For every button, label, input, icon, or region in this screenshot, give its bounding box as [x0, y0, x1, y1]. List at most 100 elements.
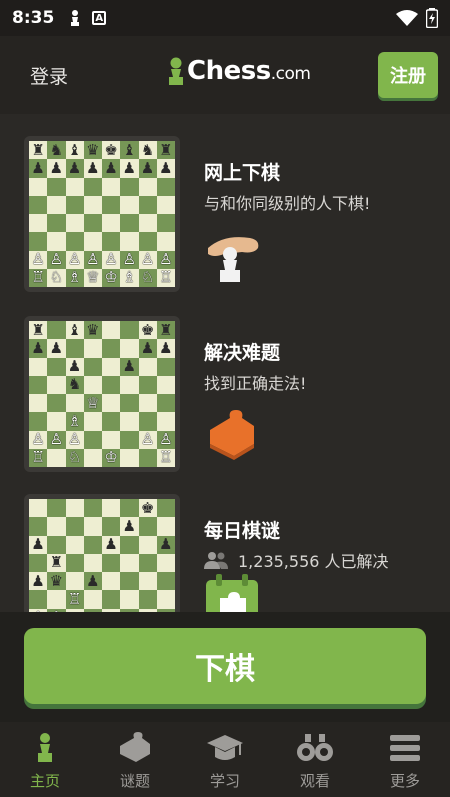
- register-button[interactable]: 注册: [378, 52, 438, 98]
- play-online-card[interactable]: ♜ ♞ ♝ ♛ ♚ ♝ ♞ ♜ ♟ ♟ ♟ ♟ ♟ ♟ ♟ ♟ ♙ ♙ ♙ ♙ ♙ ♙ ♙ ♙ ♖ ♘ ♗ ♕ ♔ ♗ ♘ ♖ 网上下棋 与和…: [24, 136, 434, 296]
- board-square: [138, 535, 157, 554]
- board-square: [120, 499, 139, 518]
- card-title: 解决难题: [204, 342, 281, 364]
- board-square: [120, 339, 139, 358]
- board-square: [120, 430, 139, 449]
- board-square: ♟: [138, 159, 157, 178]
- chess-piece: ♙: [140, 430, 155, 449]
- nav-item-watch[interactable]: 观看: [270, 722, 360, 797]
- board-square: ♘: [138, 268, 157, 287]
- board-square: ♞: [65, 375, 84, 394]
- play-button-area: 下棋: [0, 612, 450, 722]
- board-square: [138, 553, 157, 572]
- board-square: ♗: [120, 268, 139, 287]
- menu-icon: [390, 735, 420, 761]
- board-square: [83, 553, 102, 572]
- board-square: [156, 572, 175, 591]
- board-square: [156, 357, 175, 376]
- board-square: ♙: [156, 430, 175, 449]
- board-square: ♖: [65, 590, 84, 609]
- chess-piece: ♟: [49, 338, 64, 357]
- board-square: [120, 535, 139, 554]
- board-square: [29, 412, 48, 431]
- chess-piece: ♟: [31, 535, 45, 554]
- board-square: [83, 232, 102, 251]
- board-square: ♟: [47, 338, 66, 358]
- card-subtitle: 与和你同级别的人下棋!: [204, 194, 371, 213]
- chess-piece: ♞: [140, 140, 155, 159]
- chess-piece: ♙: [104, 250, 118, 269]
- chess-piece: ♙: [67, 430, 82, 449]
- board-square: [102, 572, 121, 591]
- board-square: [156, 553, 175, 572]
- board-square: [156, 375, 175, 394]
- board-square: [102, 232, 121, 251]
- daily-puzzle-card[interactable]: ♚♟♟♟♟♜♟♛♟♖♙♙ 每日棋谜 1,235,556 人已解决: [24, 494, 434, 612]
- board-square: [120, 177, 139, 196]
- board-square: [156, 412, 175, 431]
- nav-item-learn[interactable]: 学习: [180, 722, 270, 797]
- board-square: [47, 321, 66, 340]
- board-square: [102, 339, 121, 358]
- chess-com-logo: Chess.com: [165, 56, 311, 86]
- board-square: [138, 214, 157, 233]
- board-square: [47, 177, 66, 196]
- chess-piece: ♜: [159, 320, 173, 339]
- board-square: [138, 177, 157, 196]
- chess-piece: ♙: [122, 250, 137, 269]
- chess-board-preview: ♜ ♞ ♝ ♛ ♚ ♝ ♞ ♜ ♟ ♟ ♟ ♟ ♟ ♟ ♟ ♟ ♙ ♙ ♙ ♙ ♙ ♙ ♙ ♙ ♖ ♘ ♗ ♕ ♔ ♗ ♘ ♖: [24, 136, 180, 292]
- solve-puzzles-card[interactable]: ♜ ♝ ♛ ♚ ♜ ♟ ♟ ♟ ♟ ♟ ♟ ♞ ♕ ♗ ♙ ♙ ♙ ♙ ♙ ♖ ♘ ♔ ♖ 解决难题 找到正确走法!: [24, 316, 434, 476]
- chess-piece: ♕: [86, 268, 100, 287]
- board-square: [83, 448, 102, 467]
- play-button[interactable]: 下棋: [24, 628, 426, 704]
- battery-icon: [426, 8, 438, 28]
- chess-piece: ♚: [140, 498, 155, 517]
- nav-item-more[interactable]: 更多: [360, 722, 450, 797]
- puzzle-piece-icon: [210, 410, 254, 460]
- board-square: [102, 357, 121, 376]
- board-square: ♙: [138, 250, 157, 269]
- board-square: [65, 214, 84, 233]
- board-square: ♕: [83, 394, 102, 413]
- board-square: ♙: [47, 250, 66, 269]
- board-square: [120, 195, 139, 214]
- nav-item-home[interactable]: 主页: [0, 722, 90, 797]
- chess-board-preview: ♚♟♟♟♟♜♟♛♟♖♙♙: [24, 494, 180, 612]
- board-square: ♝: [65, 321, 84, 340]
- nav-item-puzzles[interactable]: 谜题: [90, 722, 180, 797]
- chess-piece: ♞: [67, 375, 82, 394]
- chess-piece: ♟: [104, 158, 118, 177]
- board-square: [102, 412, 121, 431]
- chess-piece: ♛: [49, 571, 64, 590]
- board-square: ♙: [29, 430, 48, 449]
- board-square: [29, 177, 48, 196]
- board-square: [102, 195, 121, 214]
- chess-piece: ♖: [159, 448, 173, 467]
- card-subtitle: 找到正确走法!: [204, 374, 307, 393]
- board-square: [47, 375, 66, 394]
- board-square: [29, 357, 48, 376]
- login-link[interactable]: 登录: [12, 56, 86, 95]
- board-square: [120, 375, 139, 394]
- board-square: [138, 572, 157, 591]
- board-square: [65, 535, 84, 554]
- board-square: [83, 375, 102, 394]
- board-square: [156, 177, 175, 196]
- board-square: [83, 339, 102, 358]
- chess-piece: ♟: [86, 158, 100, 177]
- chess-piece: ♝: [67, 140, 82, 159]
- chess-board: ♜ ♝ ♛ ♚ ♜ ♟ ♟ ♟ ♟ ♟ ♟ ♞ ♕ ♗ ♙ ♙ ♙ ♙ ♙ ♖ ♘ ♔ ♖: [29, 321, 175, 467]
- board-square: [83, 177, 102, 196]
- chess-piece: ♗: [67, 268, 82, 287]
- chess-piece: ♟: [159, 338, 173, 357]
- board-square: [156, 499, 175, 518]
- chess-piece: ♘: [140, 268, 155, 287]
- board-square: [120, 394, 139, 413]
- people-icon: [204, 552, 228, 569]
- board-square: ♗: [65, 412, 84, 431]
- board-square: [138, 448, 157, 467]
- board-square: [138, 590, 157, 609]
- board-square: ♔: [102, 448, 121, 467]
- board-square: ♙: [65, 430, 84, 449]
- chess-piece: ♞: [49, 140, 64, 159]
